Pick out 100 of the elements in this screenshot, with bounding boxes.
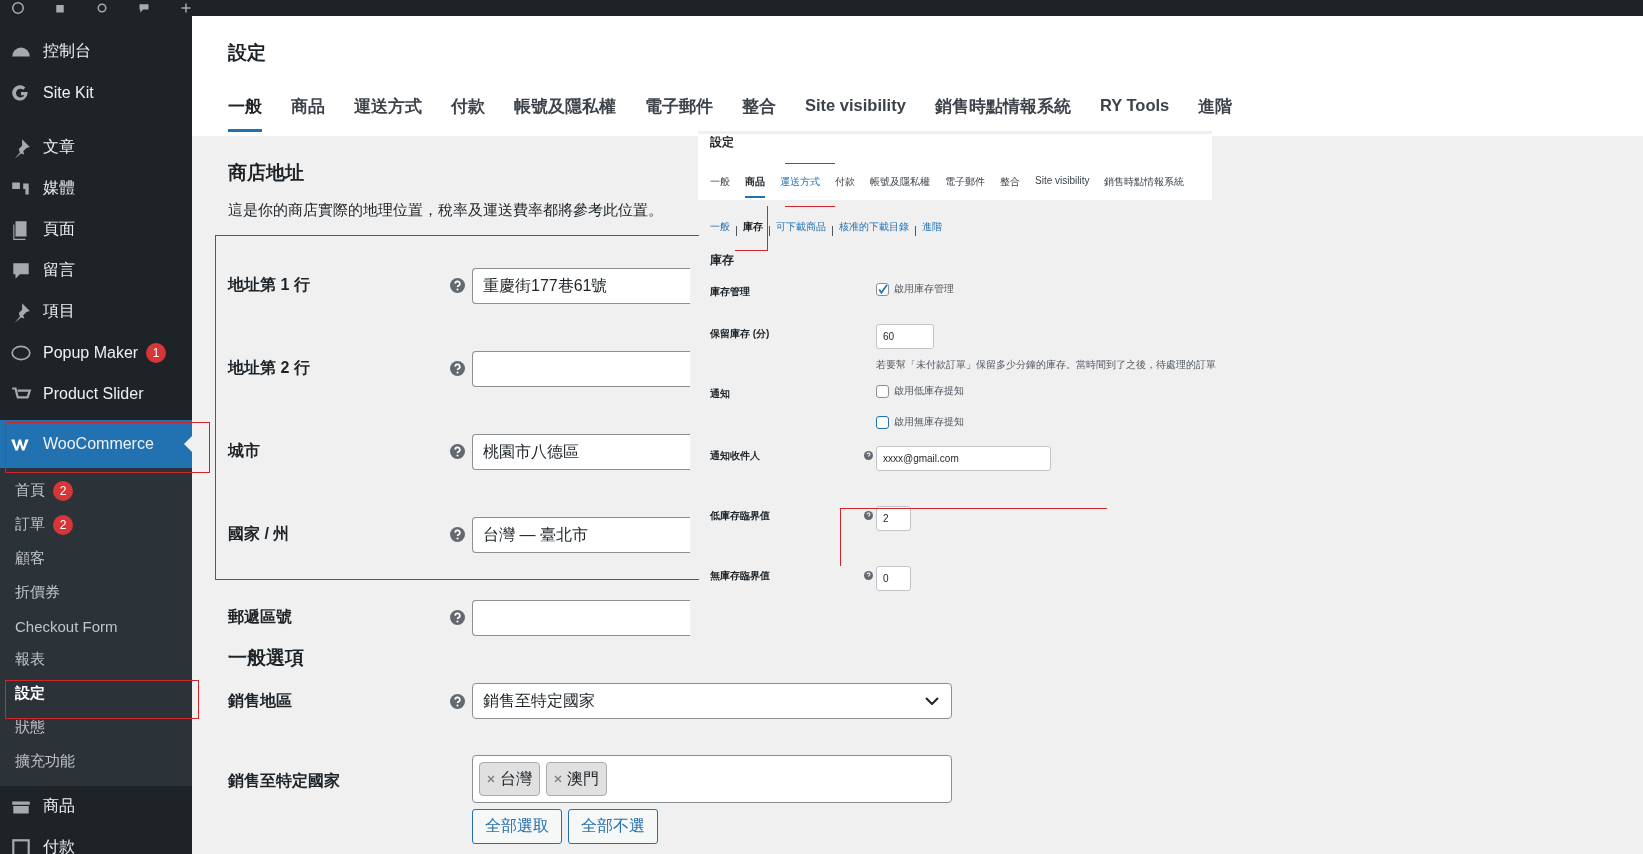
submenu-item[interactable]: Checkout Form	[0, 609, 192, 643]
menu-label: 付款	[43, 837, 75, 854]
menu-item[interactable]: 控制台	[0, 31, 192, 72]
submenu-item[interactable]: 首頁 2	[0, 474, 192, 508]
field-label: 保留庫存 (分)	[710, 327, 771, 341]
field-label: 地址第 2 行	[228, 358, 311, 378]
field-label: 無庫存臨界值	[710, 569, 771, 583]
settings-tab[interactable]: 電子郵件	[945, 175, 985, 198]
menu-item[interactable]: 付款	[0, 827, 192, 854]
count-badge: 2	[53, 514, 73, 535]
subsection-link[interactable]: 進階	[922, 220, 942, 242]
menu-item[interactable]: 項目	[0, 291, 192, 332]
settings-tab[interactable]: 帳號及隱私權	[514, 96, 616, 132]
settings-tab[interactable]: Site visibility	[1035, 175, 1090, 198]
field-label: 城市	[228, 441, 261, 461]
text-field[interactable]: 重慶街177巷61號	[472, 267, 690, 304]
section-description: 這是你的商店實際的地理位置，稅率及運送費率都將參考此位置。	[228, 201, 663, 220]
field-label: 低庫存臨界值	[710, 509, 771, 523]
checkbox-label: 啟用無庫存提知	[894, 415, 964, 429]
menu-label: 項目	[43, 301, 75, 321]
checkbox-label: 啟用低庫存提知	[894, 384, 964, 398]
count-badge: 2	[53, 480, 73, 501]
number-field[interactable]: 0	[876, 566, 911, 591]
subsection-link[interactable]: 庫存	[743, 220, 763, 242]
menu-label: WooCommerce	[43, 435, 154, 453]
field-label: 庫存管理	[710, 285, 751, 299]
country-multiselect[interactable]: 台灣 澳門	[472, 755, 952, 803]
submenu-label: 顧客	[15, 549, 45, 568]
text-field[interactable]: 台灣 — 臺北市	[472, 516, 690, 553]
submenu-item[interactable]: 顧客	[0, 541, 192, 576]
country-tag[interactable]: 台灣	[479, 762, 540, 796]
settings-tab[interactable]: 付款	[835, 175, 855, 198]
settings-tab[interactable]: 帳號及隱私權	[870, 175, 930, 198]
settings-tab[interactable]: 運送方式	[354, 96, 422, 132]
menu-item[interactable]: Popup Maker 1	[0, 332, 192, 373]
field-label: 郵遞區號	[228, 607, 293, 627]
section-title: 商店地址	[228, 161, 304, 185]
menu-label: 頁面	[43, 219, 75, 239]
menu-label: 留言	[43, 260, 75, 280]
country-tag[interactable]: 澳門	[546, 762, 607, 796]
settings-tab[interactable]: 電子郵件	[645, 96, 713, 132]
menu-item[interactable]: 文章	[0, 127, 192, 168]
menu-label: Site Kit	[43, 83, 94, 102]
submenu-label: 訂單	[15, 515, 45, 535]
subsection-link[interactable]: 核准的下載目錄	[839, 220, 909, 242]
submenu-item[interactable]: 狀態	[0, 710, 192, 745]
menu-label: Product Slider	[43, 384, 144, 403]
menu-label: 文章	[43, 137, 75, 157]
settings-tab[interactable]: 進階	[1198, 96, 1233, 132]
field-label: 通知收件人	[710, 449, 761, 463]
field-hint: 若要幫「未付款訂單」保留多少分鐘的庫存。當時間到了之後，待處理的訂單	[876, 358, 1216, 372]
section-title: 庫存	[709, 252, 735, 269]
menu-item[interactable]: Product Slider	[0, 373, 192, 414]
submenu-label: 擴充功能	[15, 751, 75, 771]
settings-tab[interactable]: RY Tools	[1099, 96, 1170, 132]
menu-item[interactable]: 頁面	[0, 209, 192, 250]
menu-label: 控制台	[43, 41, 91, 61]
menu-label: 商品	[43, 796, 75, 817]
menu-item[interactable]: Site Kit	[0, 72, 192, 113]
field-label: 銷售至特定國家	[228, 771, 341, 791]
settings-tab[interactable]: 付款	[451, 96, 485, 132]
settings-tab[interactable]: 運送方式	[780, 175, 820, 198]
submenu-label: Checkout Form	[15, 617, 118, 635]
select-button[interactable]: 全部不選	[568, 809, 658, 844]
settings-tab[interactable]: 商品	[745, 175, 765, 198]
menu-label: 媒體	[43, 178, 75, 198]
menu-item[interactable]: 商品	[0, 786, 192, 828]
menu-item[interactable]: 留言	[0, 250, 192, 291]
settings-tab[interactable]: 銷售時點情報系統	[934, 96, 1071, 132]
subsection-link[interactable]: 可下載商品	[776, 220, 826, 242]
settings-tab[interactable]: Site visibility	[805, 96, 906, 132]
number-field[interactable]: 60	[876, 324, 934, 349]
field-label: 國家 / 州	[228, 524, 291, 544]
menu-item[interactable]: 媒體	[0, 168, 192, 209]
count-badge: 1	[146, 342, 167, 363]
menu-item[interactable]: WooCommerce	[0, 420, 192, 468]
number-field[interactable]: 2	[876, 506, 911, 531]
menu-label: Popup Maker	[43, 343, 139, 362]
subsection-link[interactable]: 一般	[710, 220, 730, 242]
settings-tab[interactable]: 商品	[291, 96, 325, 132]
submenu-item[interactable]: 設定	[0, 676, 192, 711]
submenu-item[interactable]: 訂單 2	[0, 507, 192, 542]
inset-title: 設定	[710, 134, 734, 151]
select-button[interactable]: 全部選取	[472, 809, 562, 844]
settings-tab[interactable]: 一般	[228, 96, 262, 132]
settings-tab[interactable]: 整合	[1000, 175, 1020, 198]
text-field[interactable]: 桃園市八德區	[472, 433, 690, 470]
submenu-item[interactable]: 報表	[0, 643, 192, 677]
email-field[interactable]: xxxx@gmail.com	[876, 446, 1051, 471]
submenu-label: 報表	[15, 650, 45, 670]
submenu-item[interactable]: 擴充功能	[0, 744, 192, 779]
field-label: 銷售地區	[228, 690, 293, 711]
submenu-label: 首頁	[15, 481, 45, 501]
page-title: 設定	[228, 41, 267, 65]
dropdown[interactable]: 銷售至特定國家	[472, 683, 952, 719]
submenu-item[interactable]: 折價券	[0, 575, 192, 610]
settings-tab[interactable]: 一般	[710, 175, 730, 198]
field-label: 通知	[710, 387, 731, 401]
settings-tab[interactable]: 整合	[742, 96, 776, 132]
settings-tab[interactable]: 銷售時點情報系統	[1104, 175, 1185, 198]
